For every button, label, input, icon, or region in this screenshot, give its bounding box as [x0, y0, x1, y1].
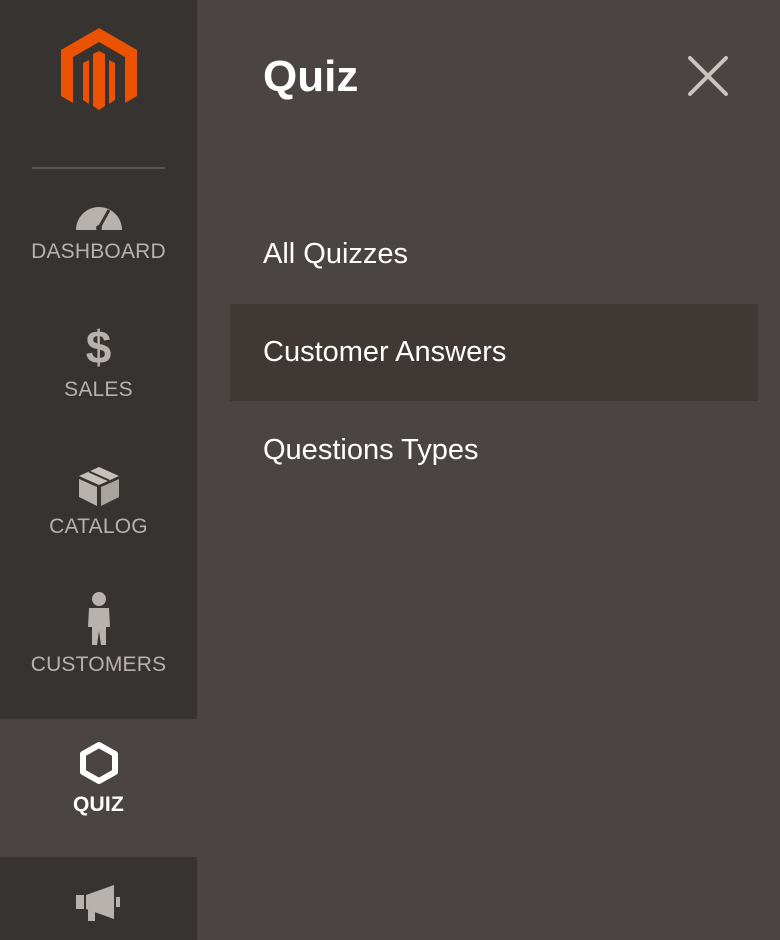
hexagon-icon — [78, 719, 120, 785]
logo-divider — [32, 167, 165, 169]
magento-logo[interactable] — [0, 0, 197, 170]
sidebar-item-customers[interactable]: CUSTOMERS — [0, 592, 197, 730]
sidebar-item-label: CUSTOMERS — [30, 653, 167, 676]
sidebar-item-sales[interactable]: $ SALES — [0, 318, 197, 455]
sidebar-item-quiz[interactable]: QUIZ — [0, 719, 197, 857]
megaphone-icon — [74, 857, 124, 923]
sidebar-item-catalog[interactable]: CATALOG — [0, 455, 197, 592]
close-icon[interactable] — [684, 52, 732, 100]
submenu-item-customer-answers[interactable]: Customer Answers — [230, 304, 758, 401]
panel-title: Quiz — [263, 52, 359, 101]
submenu-item-questions-types[interactable]: Questions Types — [230, 402, 758, 499]
sidebar-item-marketing[interactable] — [0, 857, 197, 940]
dashboard-gauge-icon — [74, 180, 124, 232]
magento-logo-icon — [60, 28, 137, 110]
dollar-icon: $ — [85, 321, 112, 373]
box-icon — [77, 455, 121, 507]
admin-app: DASHBOARD $ SALES CATALOG CUSTOMERS QUIZ… — [0, 0, 780, 940]
sidebar-item-label: SALES — [64, 378, 133, 401]
submenu-item-all-quizzes[interactable]: All Quizzes — [230, 206, 758, 303]
sidebar-item-label: DASHBOARD — [31, 240, 166, 263]
sidebar-item-label: CATALOG — [49, 515, 148, 538]
person-icon — [86, 592, 112, 645]
sidebar-item-label: QUIZ — [73, 793, 124, 816]
sidebar-item-dashboard[interactable]: DASHBOARD — [0, 180, 197, 317]
admin-sidebar: DASHBOARD $ SALES CATALOG CUSTOMERS QUIZ — [0, 0, 197, 940]
